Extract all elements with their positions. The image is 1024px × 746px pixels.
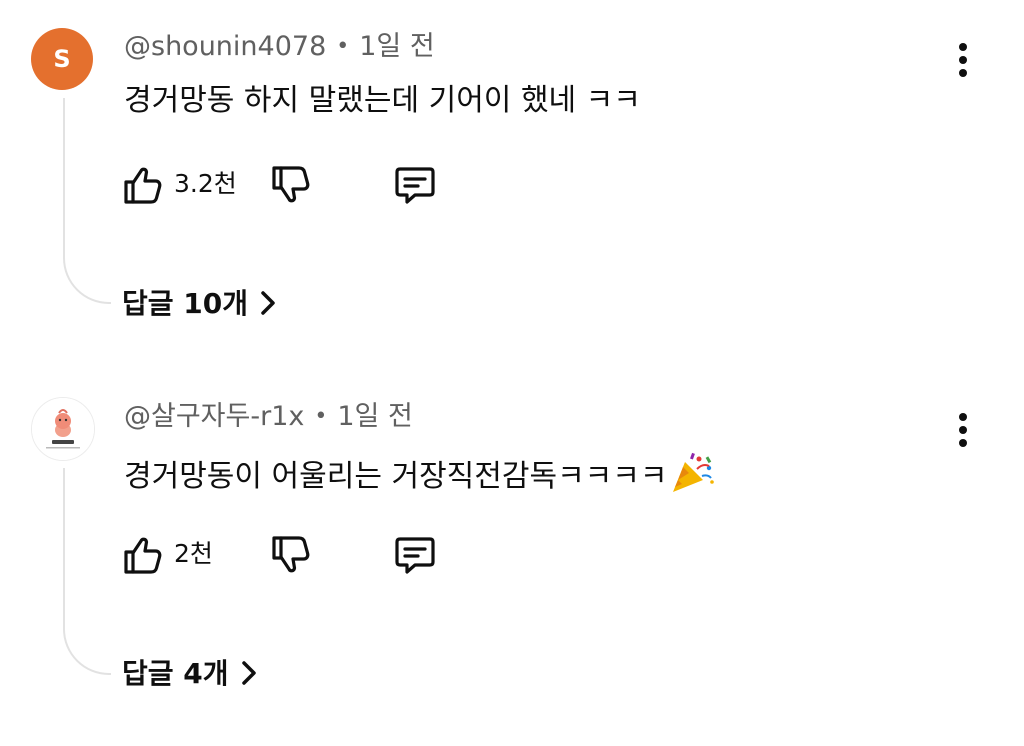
reply-button[interactable] (390, 160, 440, 210)
chevron-right-icon (239, 656, 259, 700)
thumbs-down-icon (272, 166, 310, 203)
more-dot (959, 413, 967, 421)
reply-thread-connector (63, 468, 111, 675)
separator-dot: • (336, 34, 350, 59)
like-count: 3.2천 (174, 169, 237, 198)
party-popper-icon (669, 450, 715, 506)
comment-timestamp[interactable]: 1일 전 (337, 401, 412, 432)
comment-item: @살구자두-r1x • 1일 전 경거망동이 어울리는 거장직전감독ㅋㅋㅋㅋ 2천 (0, 370, 1024, 746)
dislike-button[interactable] (266, 160, 316, 210)
comment-header: @shounin4078 • 1일 전 (124, 28, 435, 66)
more-options-button[interactable] (946, 408, 980, 452)
character-avatar-icon (32, 398, 94, 460)
more-dot (959, 426, 967, 434)
reply-button[interactable] (390, 530, 440, 580)
author-handle[interactable]: @shounin4078 (124, 31, 326, 62)
thumbs-up-icon (124, 167, 162, 204)
thumbs-down-icon (272, 536, 310, 573)
avatar[interactable]: S (31, 28, 93, 90)
more-dot (959, 56, 967, 64)
comment-header: @살구자두-r1x • 1일 전 (124, 398, 413, 436)
dislike-button[interactable] (266, 530, 316, 580)
author-handle[interactable]: @살구자두-r1x (124, 401, 304, 432)
like-count: 2천 (174, 539, 213, 568)
chevron-right-icon (258, 286, 278, 330)
replies-count-label: 답글 10개 (122, 287, 248, 320)
comment-bubble-icon (395, 167, 435, 204)
comment-text-content: 경거망동이 어울리는 거장직전감독ㅋㅋㅋㅋ (124, 459, 668, 494)
comment-bubble-icon (395, 537, 435, 574)
more-dot (959, 439, 967, 447)
more-dot (959, 43, 967, 51)
avatar[interactable] (31, 397, 95, 461)
like-button[interactable] (118, 530, 168, 580)
comment-actions: 3.2천 (118, 160, 458, 210)
more-options-button[interactable] (946, 38, 980, 82)
separator-dot: • (314, 404, 328, 429)
reply-thread-connector (63, 98, 111, 304)
comment-text: 경거망동이 어울리는 거장직전감독ㅋㅋㅋㅋ (124, 450, 715, 506)
view-replies-button[interactable]: 답글 10개 (122, 282, 278, 326)
more-dot (959, 69, 967, 77)
replies-count-label: 답글 4개 (122, 657, 229, 690)
comment-actions: 2천 (118, 530, 458, 580)
like-button[interactable] (118, 160, 168, 210)
comment-item: S @shounin4078 • 1일 전 경거망동 하지 말랬는데 기어이 했네 … (0, 0, 1024, 360)
comment-text: 경거망동 하지 말랬는데 기어이 했네 ㅋㅋ (124, 83, 641, 118)
view-replies-button[interactable]: 답글 4개 (122, 652, 259, 696)
thumbs-up-icon (124, 537, 162, 574)
comment-timestamp[interactable]: 1일 전 (359, 31, 434, 62)
